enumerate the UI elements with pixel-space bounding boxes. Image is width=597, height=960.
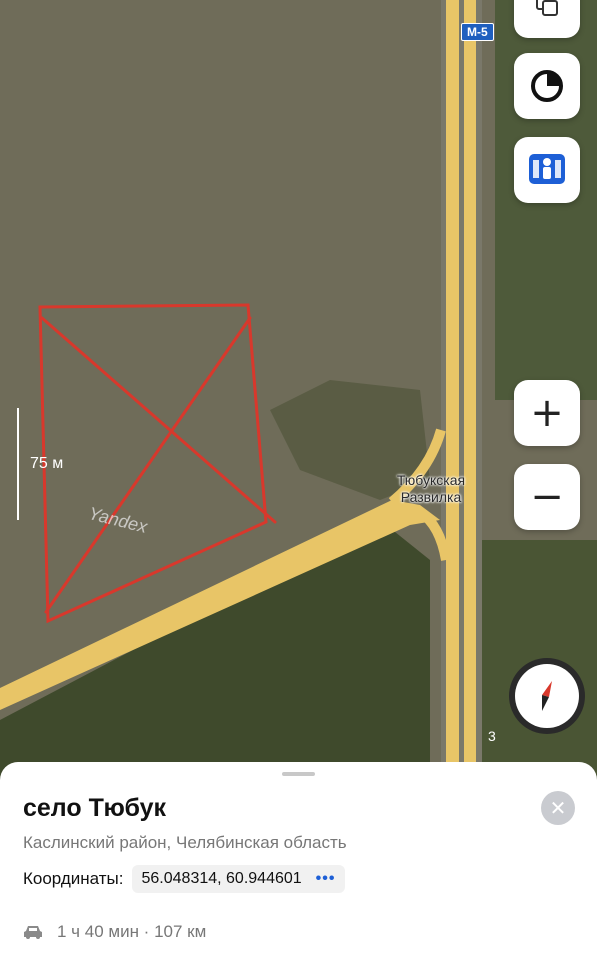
scale-bar xyxy=(17,408,19,520)
map-imagery xyxy=(0,0,597,780)
place-label: Тюбукская Развилка xyxy=(396,472,466,505)
coordinates-value: 56.048314, 60.944601 xyxy=(141,870,302,887)
layers-icon xyxy=(536,0,558,16)
scale-label: 75 м xyxy=(30,455,64,472)
coordinates-row: Координаты: 56.048314, 60.944601 ••• xyxy=(23,865,346,893)
zoom-out-button[interactable]: − xyxy=(514,464,580,530)
plus-icon: + xyxy=(530,390,564,436)
location-icon xyxy=(531,70,563,102)
coordinates-chip[interactable]: 56.048314, 60.944601 ••• xyxy=(131,865,346,893)
place-subtitle: Каслинский район, Челябинская область xyxy=(23,833,347,852)
my-location-button[interactable] xyxy=(514,53,580,119)
car-icon xyxy=(24,926,42,939)
satellite-map[interactable]: M-5 Тюбукская Развилка 75 м Yandex 3 + − xyxy=(0,0,597,780)
more-options-icon[interactable]: ••• xyxy=(316,870,336,888)
highway-sign: M-5 xyxy=(461,23,494,41)
panorama-button[interactable] xyxy=(514,137,580,203)
sheet-drag-handle[interactable] xyxy=(282,772,315,776)
panorama-icon xyxy=(529,154,565,184)
place-title: село Тюбук xyxy=(23,794,167,822)
house-number: 3 xyxy=(488,728,496,744)
close-button[interactable]: ✕ xyxy=(541,791,575,825)
coordinates-label: Координаты: xyxy=(23,869,124,888)
compass-button[interactable] xyxy=(509,658,585,734)
minus-icon: − xyxy=(530,474,564,520)
place-card: село Тюбук ✕ Каслинский район, Челябинск… xyxy=(0,762,597,960)
compass-icon xyxy=(542,681,552,711)
route-info[interactable]: 1 ч 40 мин · 107 км xyxy=(23,922,206,942)
layers-button[interactable] xyxy=(514,0,580,38)
route-text: 1 ч 40 мин · 107 км xyxy=(57,922,207,941)
zoom-in-button[interactable]: + xyxy=(514,380,580,446)
close-icon: ✕ xyxy=(549,797,567,820)
